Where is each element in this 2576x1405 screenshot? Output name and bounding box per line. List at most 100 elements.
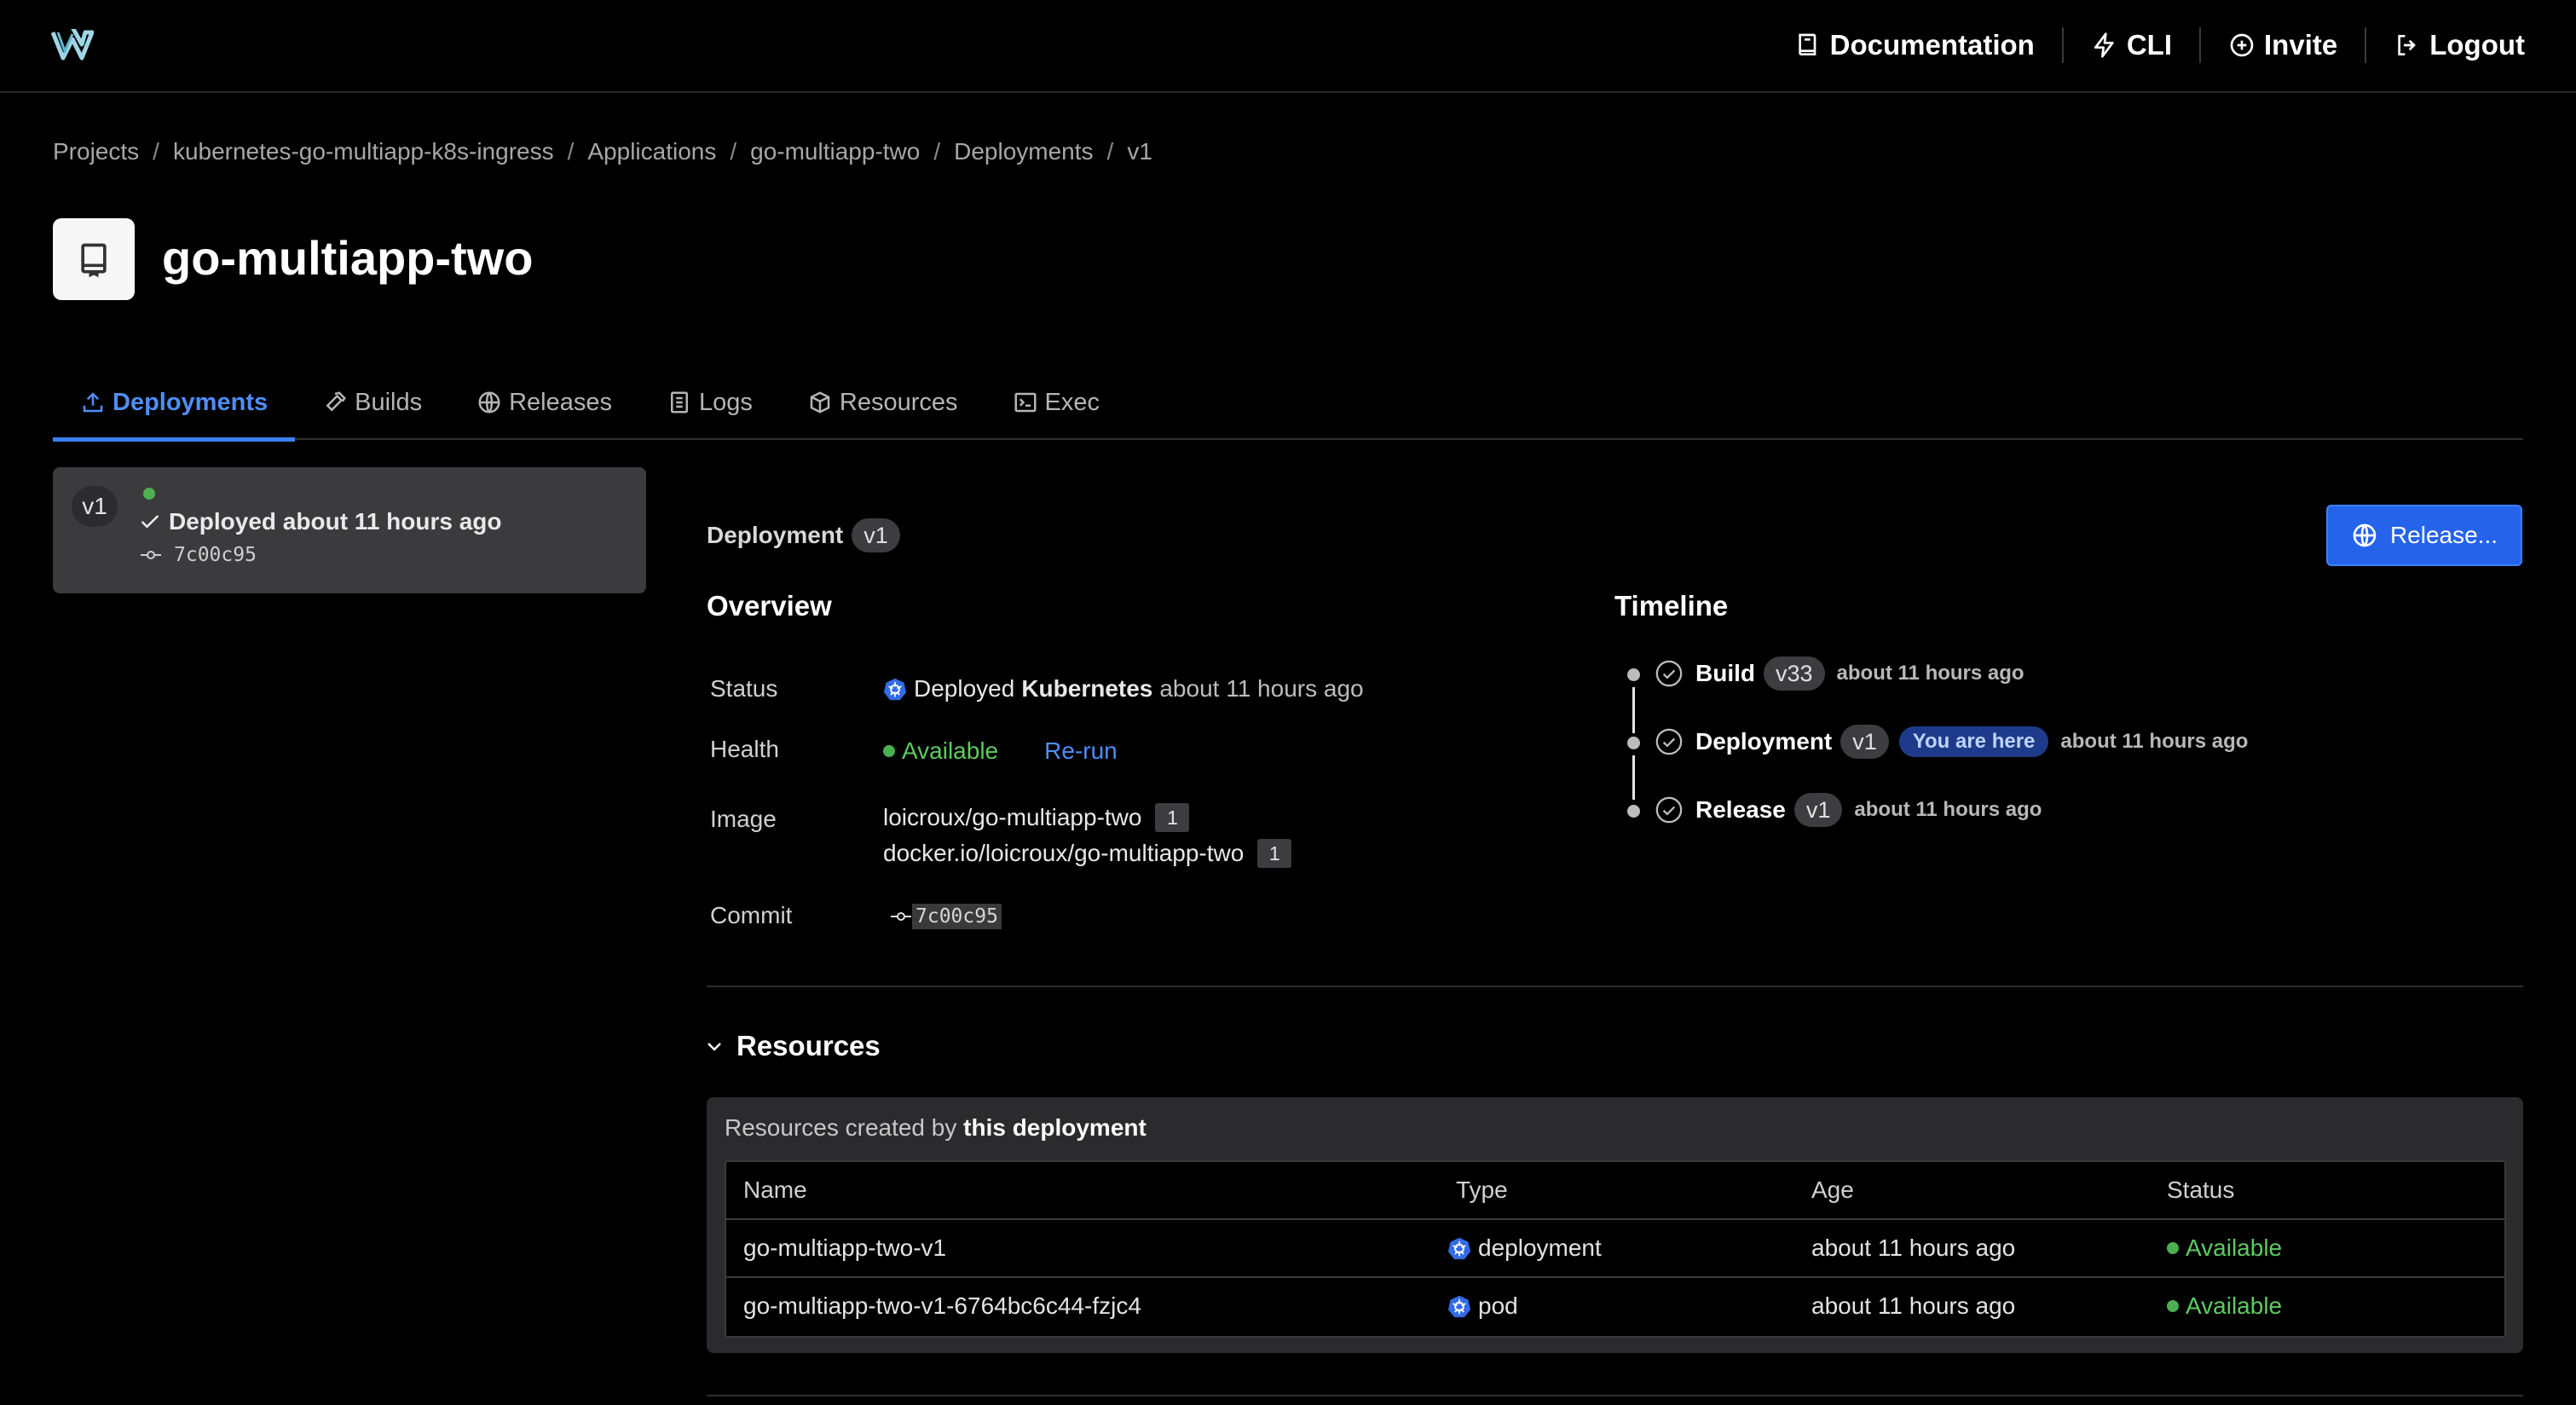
invite-link[interactable]: Invite: [2201, 24, 2365, 66]
globe-icon: [2353, 523, 2377, 547]
health-dot: [883, 745, 895, 757]
breadcrumb-separator: /: [730, 138, 737, 165]
resources-panel: Resources created by this deployment Nam…: [707, 1097, 2523, 1353]
logo-icon[interactable]: [51, 29, 94, 61]
resource-name-link[interactable]: go-multiapp-two-v1-6764bc6c44-fzjc4: [743, 1278, 1141, 1334]
deployment-status: Deployed about 11 hours ago: [138, 508, 502, 535]
hammer-icon: [326, 391, 346, 412]
resource-type: deployment: [1447, 1220, 1602, 1276]
tab-label: Deployments: [113, 388, 269, 416]
tab-resources[interactable]: Resources: [780, 365, 985, 440]
status-label: Status: [710, 675, 778, 702]
kubernetes-icon: [1447, 1237, 1471, 1260]
resource-status-label: Available: [2186, 1234, 2283, 1261]
version-badge: v1: [852, 518, 900, 552]
commit-hash: 7c00c95: [912, 904, 1002, 929]
cube-icon: [810, 391, 830, 413]
resources-caption-prefix: Resources created by: [725, 1114, 957, 1141]
rerun-link[interactable]: Re-run: [1044, 737, 1118, 765]
check-circle-icon: [1655, 796, 1683, 824]
status-dot: [2167, 1300, 2179, 1312]
you-are-here-badge: You are here: [1898, 726, 2049, 757]
breadcrumb-deployments[interactable]: Deployments: [954, 138, 1093, 165]
timeline-item-deployment[interactable]: Deployment v1 You are here about 11 hour…: [1655, 725, 2248, 759]
timeline-item-time: about 11 hours ago: [2060, 730, 2249, 753]
logout-link[interactable]: Logout: [2366, 24, 2525, 66]
book-icon: [1799, 33, 1816, 55]
breadcrumb-separator: /: [153, 138, 159, 165]
column-header-status: Status: [2167, 1177, 2235, 1203]
image-item: docker.io/loicroux/go-multiapp-two 1: [883, 839, 1292, 868]
tab-label: Resources: [839, 388, 958, 416]
image-name: loicroux/go-multiapp-two: [883, 804, 1142, 830]
section-divider: [707, 1395, 2523, 1396]
breadcrumb-separator: /: [1106, 138, 1114, 165]
overview-title: Overview: [707, 590, 832, 622]
tab-builds[interactable]: Builds: [295, 365, 449, 440]
version-badge: v33: [1764, 656, 1825, 691]
tab-logs[interactable]: Logs: [639, 365, 780, 440]
breadcrumb-application[interactable]: go-multiapp-two: [750, 138, 920, 165]
commit-value[interactable]: 7c00c95: [890, 904, 1002, 929]
resources-caption-bold: this deployment: [963, 1114, 1146, 1141]
column-header-type: Type: [1456, 1177, 1508, 1203]
timeline-item-build[interactable]: Build v33 about 11 hours ago: [1655, 656, 2024, 691]
check-circle-icon: [1655, 728, 1683, 755]
documentation-label: Documentation: [1829, 29, 2035, 61]
globe-icon: [478, 391, 500, 413]
tab-bar: Deployments Builds Releases Logs Resourc…: [53, 365, 2523, 442]
release-button[interactable]: Release...: [2326, 505, 2522, 566]
deployment-heading: Deployment v1: [707, 518, 900, 552]
timeline-item-time: about 11 hours ago: [1854, 798, 2042, 821]
timeline-dot: [1627, 668, 1640, 681]
deployment-status-text: Deployed about 11 hours ago: [169, 508, 502, 535]
status-prefix: Deployed: [914, 675, 1015, 702]
commit-hash: 7c00c95: [174, 544, 257, 566]
release-button-label: Release...: [2389, 522, 2498, 548]
chevron-down-icon: [708, 1043, 721, 1051]
kubernetes-icon: [883, 678, 907, 701]
tab-deployments[interactable]: Deployments: [53, 365, 296, 442]
timeline-dot: [1627, 805, 1640, 818]
health-value: Available Re-run: [883, 737, 1118, 765]
breadcrumb: Projects / kubernetes-go-multiapp-k8s-in…: [53, 138, 1152, 165]
logout-label: Logout: [2429, 29, 2525, 61]
breadcrumb-applications[interactable]: Applications: [587, 138, 716, 165]
image-count-badge: 1: [1155, 803, 1190, 832]
timeline-item-name: Deployment: [1695, 728, 1833, 755]
breadcrumb-project[interactable]: kubernetes-go-multiapp-k8s-ingress: [173, 138, 554, 165]
timeline-item-release[interactable]: Release v1 about 11 hours ago: [1655, 793, 2042, 827]
commit-label: Commit: [710, 902, 793, 928]
status-dot: [2167, 1242, 2179, 1254]
resources-toggle[interactable]: Resources: [704, 1030, 881, 1062]
timeline-connector: [1632, 755, 1635, 800]
health-status: Available: [902, 737, 999, 764]
timeline-item-time: about 11 hours ago: [1836, 662, 2024, 685]
tab-label: Releases: [509, 388, 613, 416]
tab-exec[interactable]: Exec: [985, 365, 1127, 440]
deployment-list-item[interactable]: v1 Deployed about 11 hours ago 7c00c95: [53, 467, 646, 593]
table-row: go-multiapp-two-v1-6764bc6c44-fzjc4 pod …: [726, 1276, 2504, 1334]
breadcrumb-separator: /: [567, 138, 575, 165]
timeline-title: Timeline: [1614, 590, 1729, 622]
commit-icon: [891, 912, 911, 921]
application-icon: [53, 218, 135, 300]
cli-link[interactable]: CLI: [2064, 24, 2199, 66]
check-icon: [141, 515, 159, 529]
resource-age: about 11 hours ago: [1811, 1234, 2016, 1261]
tab-releases[interactable]: Releases: [449, 365, 639, 440]
plus-circle-icon: [2230, 33, 2254, 57]
resource-name-link[interactable]: go-multiapp-two-v1: [743, 1220, 946, 1276]
resource-status: Available: [2167, 1278, 2282, 1334]
documentation-link[interactable]: Documentation: [1767, 24, 2062, 66]
resource-status: Available: [2167, 1220, 2282, 1276]
breadcrumb-projects[interactable]: Projects: [53, 138, 139, 165]
resource-type-label: pod: [1478, 1292, 1518, 1319]
status-value: Deployed Kubernetes about 11 hours ago: [883, 675, 1364, 702]
timeline-item-name: Build: [1695, 660, 1755, 686]
page-title: go-multiapp-two: [162, 231, 534, 285]
breadcrumb-separator: /: [933, 138, 941, 165]
table-row: go-multiapp-two-v1 deployment about 11 h…: [726, 1218, 2504, 1276]
health-label: Health: [710, 736, 779, 762]
status-time: about 11 hours ago: [1159, 675, 1364, 702]
